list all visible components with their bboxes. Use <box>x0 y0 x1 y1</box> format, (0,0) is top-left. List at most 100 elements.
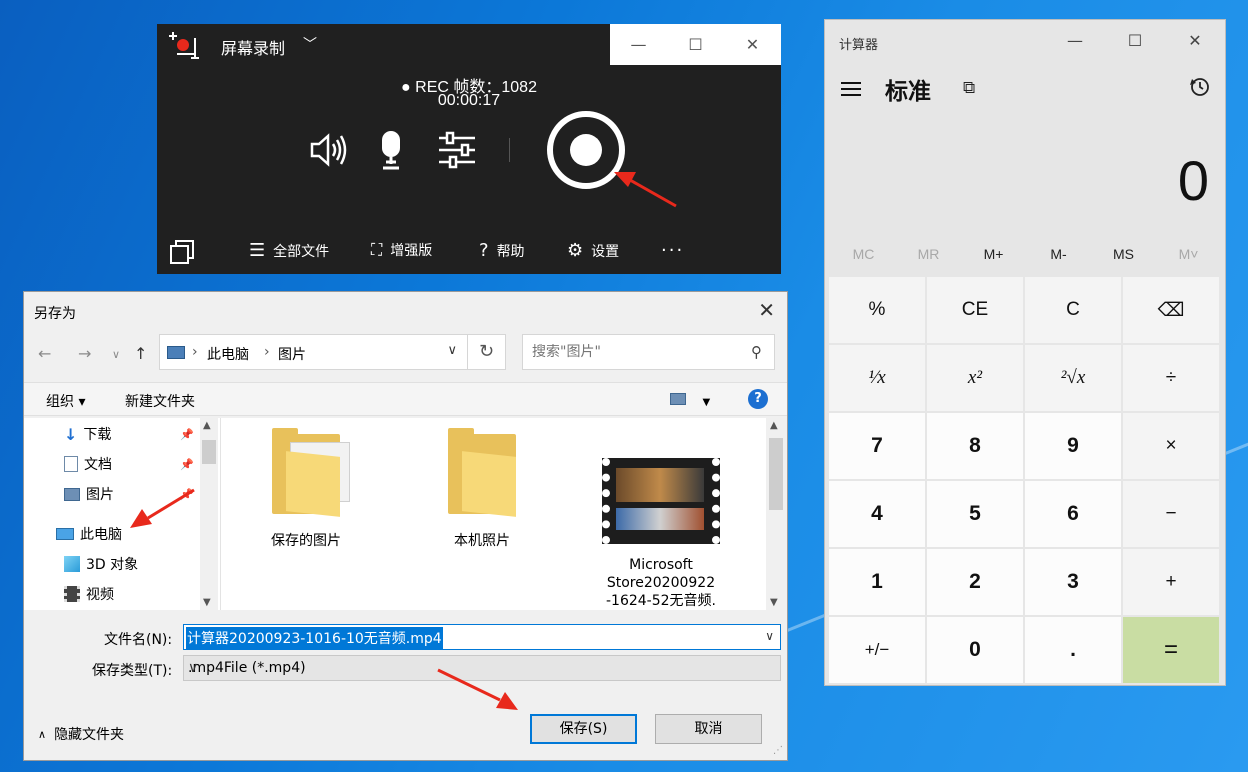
audio-settings-sliders-icon[interactable] <box>437 130 477 170</box>
scroll-up-icon[interactable]: ▲ <box>770 420 778 431</box>
chevron-down-icon[interactable]: ∨ <box>188 660 774 676</box>
record-button[interactable] <box>547 111 625 189</box>
save-button[interactable]: 保存(S) <box>530 714 637 744</box>
multiply-key[interactable]: × <box>1123 413 1219 479</box>
memory-clear-button[interactable]: MC <box>831 246 896 262</box>
settings-label: 设置 <box>591 243 620 260</box>
equals-key[interactable]: = <box>1123 617 1219 683</box>
digit-6-key[interactable]: 6 <box>1025 481 1121 547</box>
scrollbar-thumb[interactable] <box>769 438 783 510</box>
tree-item-downloads[interactable]: ↓ 下载 <box>64 424 111 444</box>
digit-7-key[interactable]: 7 <box>829 413 925 479</box>
decimal-key[interactable]: . <box>1025 617 1121 683</box>
tree-item-documents[interactable]: 文档 <box>64 454 112 474</box>
computer-icon <box>56 528 74 540</box>
resize-grip-icon[interactable]: ⋰ <box>773 745 783 756</box>
square-root-key[interactable]: ²√x <box>1025 345 1121 411</box>
clear-key[interactable]: C <box>1025 277 1121 343</box>
view-options-icon[interactable]: ▼ <box>670 393 710 409</box>
digit-2-key[interactable]: 2 <box>927 549 1023 615</box>
up-arrow-icon[interactable]: ↑ <box>134 344 147 363</box>
subtract-key[interactable]: − <box>1123 481 1219 547</box>
settings-button[interactable]: ⚙ 设置 <box>567 240 619 261</box>
tree-item-videos[interactable]: 视频 <box>64 584 114 604</box>
scroll-down-icon[interactable]: ▼ <box>770 597 778 608</box>
calculator-window: 计算器 — ☐ ✕ 标准 ⧉ 0 MC MR M+ M- MS M˅ % CE … <box>824 19 1226 686</box>
back-arrow-icon[interactable]: ← <box>38 344 51 363</box>
history-icon[interactable] <box>1189 76 1211 98</box>
digit-3-key[interactable]: 3 <box>1025 549 1121 615</box>
digit-0-key[interactable]: 0 <box>927 617 1023 683</box>
new-folder-button[interactable]: 新建文件夹 <box>125 391 195 411</box>
digit-5-key[interactable]: 5 <box>927 481 1023 547</box>
help-button[interactable]: ? 帮助 <box>479 240 525 261</box>
hide-folders-toggle[interactable]: ∧ 隐藏文件夹 <box>38 724 124 744</box>
more-options-button[interactable]: ··· <box>661 240 684 261</box>
memory-store-button[interactable]: MS <box>1091 246 1156 262</box>
minimize-icon[interactable]: — <box>1045 20 1105 60</box>
divide-key[interactable]: ÷ <box>1123 345 1219 411</box>
help-icon[interactable]: ? <box>748 389 768 409</box>
search-input[interactable] <box>532 344 732 360</box>
digit-1-key[interactable]: 1 <box>829 549 925 615</box>
reciprocal-key[interactable]: ¹⁄x <box>829 345 925 411</box>
address-bar[interactable]: › 此电脑 › 图片 ∨ <box>159 334 468 370</box>
digit-4-key[interactable]: 4 <box>829 481 925 547</box>
breadcrumb-this-pc[interactable]: 此电脑 <box>207 344 249 364</box>
breadcrumb-pictures[interactable]: 图片 <box>278 344 306 364</box>
maximize-icon[interactable]: ☐ <box>667 24 724 65</box>
file-list-scrollbar[interactable]: ▲ ▼ <box>767 418 785 610</box>
clear-entry-key[interactable]: CE <box>927 277 1023 343</box>
file-item-saved-pictures[interactable]: 保存的图片 <box>251 428 361 550</box>
tree-item-pictures[interactable]: 图片 <box>64 484 114 504</box>
cancel-button[interactable]: 取消 <box>655 714 762 744</box>
memory-subtract-button[interactable]: M- <box>1026 246 1091 262</box>
forward-arrow-icon[interactable]: → <box>78 344 91 363</box>
digit-8-key[interactable]: 8 <box>927 413 1023 479</box>
recorder-title[interactable]: 屏幕录制 <box>221 35 285 59</box>
negate-key[interactable]: +/− <box>829 617 925 683</box>
pin-icon: 📌 <box>180 458 194 471</box>
digit-9-key[interactable]: 9 <box>1025 413 1121 479</box>
refresh-icon[interactable]: ↻ <box>468 334 506 370</box>
enhanced-button[interactable]: ⛶ 增强版 <box>371 240 432 260</box>
maximize-icon[interactable]: ☐ <box>1105 20 1165 60</box>
chevron-down-icon[interactable]: ∨ <box>447 343 457 358</box>
memory-add-button[interactable]: M+ <box>961 246 1026 262</box>
chevron-down-icon[interactable]: ∨ <box>765 629 774 643</box>
close-icon[interactable]: ✕ <box>724 24 781 65</box>
file-list-pane: 保存的图片 本机照片 Microsoft Store20200922 -1624… <box>220 418 766 610</box>
file-type-select[interactable]: .mp4File (*.mp4) ∨ <box>183 655 781 681</box>
memory-recall-button[interactable]: MR <box>896 246 961 262</box>
square-key[interactable]: x² <box>927 345 1023 411</box>
file-item-camera-roll[interactable]: 本机照片 <box>427 428 537 550</box>
file-name-field[interactable]: 计算器20200923-1016-10无音频.mp4 ∨ <box>183 624 781 650</box>
tree-item-this-pc[interactable]: 此电脑 <box>56 524 122 544</box>
mini-mode-icon[interactable] <box>169 239 195 265</box>
hamburger-menu-icon[interactable] <box>841 82 861 96</box>
minimize-icon[interactable]: — <box>610 24 667 65</box>
keep-on-top-icon[interactable]: ⧉ <box>963 78 975 98</box>
file-item-video[interactable]: Microsoft Store20200922 -1624-52无音频. <box>591 458 731 610</box>
close-icon[interactable]: ✕ <box>1165 20 1225 60</box>
memory-list-button[interactable]: M˅ <box>1156 246 1221 262</box>
recent-locations-chevron-icon[interactable]: ∨ <box>112 348 120 361</box>
organize-menu-button[interactable]: 组织 ▾ <box>46 391 85 411</box>
file-name-value[interactable]: 计算器20200923-1016-10无音频.mp4 <box>186 627 443 649</box>
search-icon[interactable]: ⚲ <box>751 343 762 361</box>
scroll-up-icon[interactable]: ▲ <box>203 420 211 431</box>
navigation-scrollbar[interactable]: ▲ ▼ <box>200 418 218 610</box>
speaker-icon[interactable] <box>309 130 349 170</box>
all-files-button[interactable]: ☰ 全部文件 <box>249 240 329 261</box>
chevron-down-icon[interactable]: ﹀ <box>303 34 317 54</box>
microphone-icon[interactable] <box>375 130 407 170</box>
scroll-down-icon[interactable]: ▼ <box>203 597 211 608</box>
percent-key[interactable]: % <box>829 277 925 343</box>
tree-item-3d-objects[interactable]: 3D 对象 <box>64 554 138 574</box>
close-icon[interactable]: ✕ <box>758 298 775 322</box>
tree-item-label: 文档 <box>84 457 112 473</box>
search-box: ⚲ <box>522 334 775 370</box>
backspace-key[interactable]: ⌫ <box>1123 277 1219 343</box>
add-key[interactable]: + <box>1123 549 1219 615</box>
scrollbar-thumb[interactable] <box>202 440 216 464</box>
